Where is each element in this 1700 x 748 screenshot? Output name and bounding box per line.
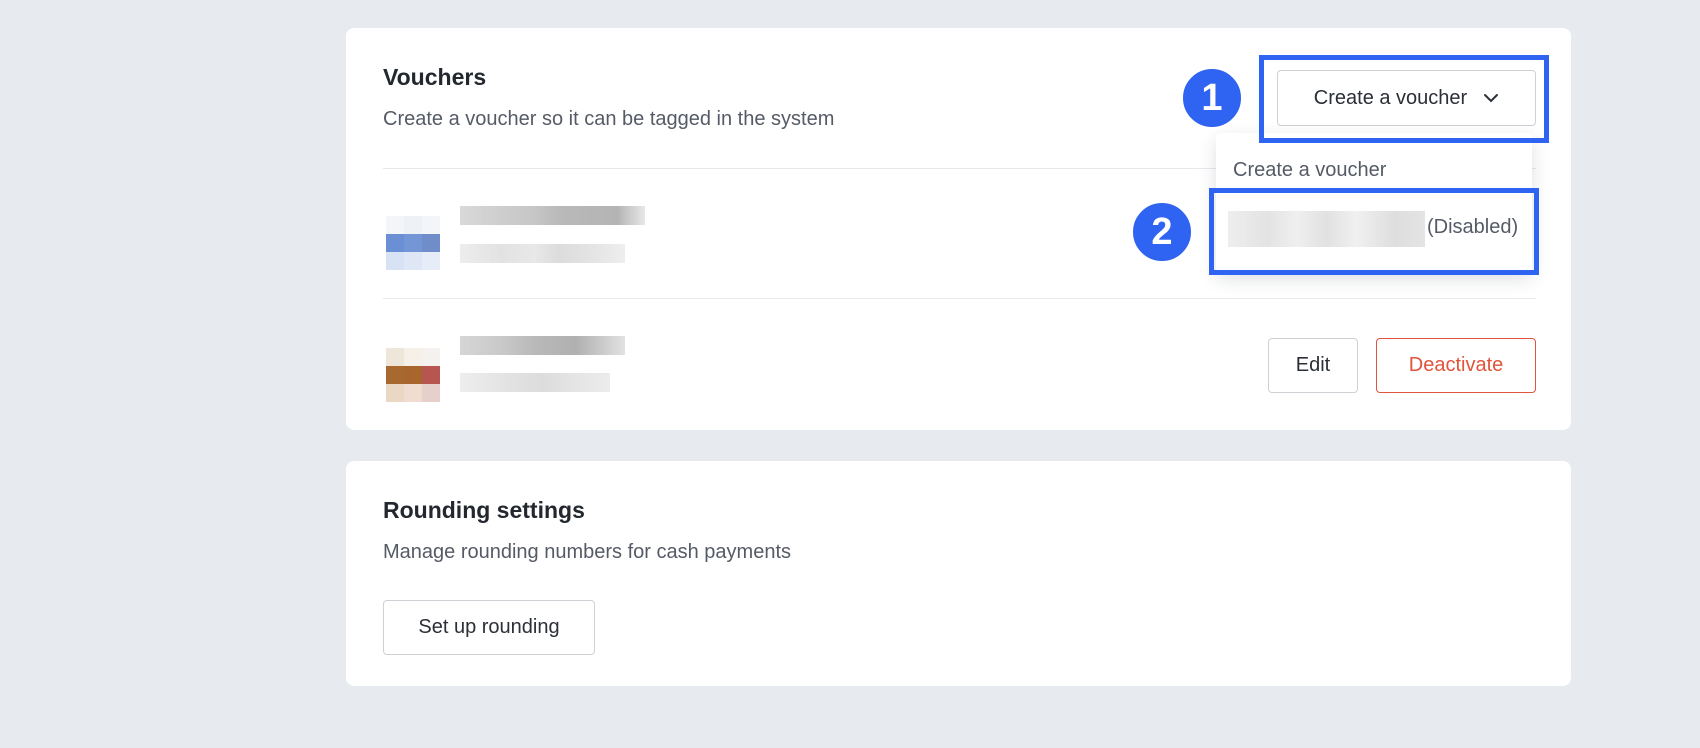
- edit-button[interactable]: Edit: [1268, 338, 1358, 393]
- deactivate-button[interactable]: Deactivate: [1376, 338, 1536, 393]
- voucher-detail-redacted: [460, 373, 610, 392]
- highlight-box-step1: [1259, 55, 1549, 143]
- rounding-title: Rounding settings: [383, 497, 585, 523]
- step-badge-2: 2: [1131, 201, 1193, 263]
- vouchers-divider-mid: [383, 298, 1536, 299]
- rounding-description: Manage rounding numbers for cash payment…: [383, 541, 792, 563]
- voucher-logo-redacted: [386, 348, 440, 402]
- voucher-logo-redacted: [386, 216, 440, 270]
- highlight-box-step2: [1209, 188, 1539, 275]
- step-badge-1: 1: [1181, 67, 1243, 129]
- voucher-detail-redacted: [460, 244, 625, 263]
- rounding-card: Rounding settings Manage rounding number…: [346, 461, 1571, 686]
- voucher-name-redacted: [460, 336, 625, 355]
- menu-item-create-voucher[interactable]: Create a voucher: [1233, 159, 1386, 182]
- voucher-name-redacted: [460, 206, 645, 225]
- vouchers-description: Create a voucher so it can be tagged in …: [383, 108, 835, 130]
- vouchers-title: Vouchers: [383, 64, 487, 90]
- set-up-rounding-button[interactable]: Set up rounding: [383, 600, 595, 655]
